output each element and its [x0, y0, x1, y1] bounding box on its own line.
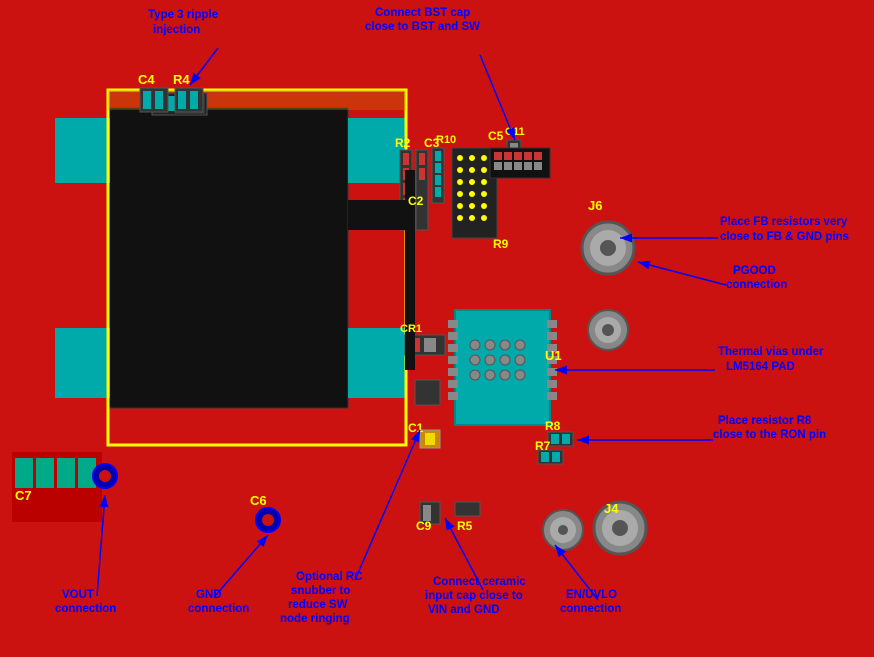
- svg-text:VOUT: VOUT: [62, 589, 94, 601]
- svg-text:C4: C4: [138, 72, 155, 87]
- svg-text:Connect ceramic: Connect ceramic: [433, 576, 526, 588]
- svg-text:EN/UVLO: EN/UVLO: [566, 589, 617, 601]
- svg-text:close to BST and SW: close to BST and SW: [365, 21, 480, 33]
- svg-text:connection: connection: [55, 603, 116, 615]
- svg-text:snubber to: snubber to: [291, 585, 350, 597]
- svg-text:R4: R4: [173, 72, 190, 87]
- svg-text:C11: C11: [505, 126, 525, 138]
- svg-text:LM5164 PAD: LM5164 PAD: [726, 361, 795, 373]
- svg-text:PGOOD: PGOOD: [733, 265, 776, 277]
- svg-text:connection: connection: [726, 279, 787, 291]
- svg-text:Thermal vias under: Thermal vias under: [718, 346, 824, 358]
- svg-text:node ringing: node ringing: [280, 613, 350, 625]
- svg-text:C9: C9: [416, 519, 432, 533]
- svg-text:input cap close to: input cap close to: [425, 590, 523, 602]
- svg-text:Place FB resistors very: Place FB resistors very: [720, 216, 848, 228]
- svg-text:Connect BST cap: Connect BST cap: [375, 7, 470, 19]
- svg-text:C6: C6: [250, 493, 267, 508]
- svg-text:connection: connection: [188, 603, 249, 615]
- svg-text:C3: C3: [424, 136, 440, 150]
- svg-text:close to the RON pin: close to the RON pin: [713, 429, 826, 441]
- svg-text:R2: R2: [395, 136, 411, 150]
- pcb-area: C4 R4 C7 C6 R2 C2 C3 R10 R9 C5 C11 J6 CR…: [0, 0, 874, 657]
- svg-text:J6: J6: [588, 198, 602, 213]
- svg-text:CR1: CR1: [400, 323, 422, 335]
- svg-text:Place resistor R8: Place resistor R8: [718, 415, 812, 427]
- svg-text:J4: J4: [604, 501, 619, 516]
- svg-text:C7: C7: [15, 488, 32, 503]
- svg-text:R8: R8: [545, 419, 561, 433]
- svg-text:C2: C2: [408, 194, 424, 208]
- svg-text:R7: R7: [535, 439, 551, 453]
- svg-text:R9: R9: [493, 237, 509, 251]
- pcb-diagram: C4 R4 C7 C6 R2 C2 C3 R10 R9 C5 C11 J6 CR…: [0, 0, 874, 657]
- svg-text:GND: GND: [196, 589, 222, 601]
- svg-text:R5: R5: [457, 519, 473, 533]
- svg-text:U1: U1: [545, 348, 562, 363]
- svg-text:connection: connection: [560, 603, 621, 615]
- svg-text:injection: injection: [153, 24, 200, 36]
- svg-text:close to FB & GND pins: close to FB & GND pins: [720, 231, 849, 243]
- main-container: C4 R4 C7 C6 R2 C2 C3 R10 R9 C5 C11 J6 CR…: [0, 0, 874, 657]
- svg-text:R10: R10: [436, 134, 456, 146]
- svg-text:Optional RC: Optional RC: [296, 571, 362, 583]
- svg-text:reduce SW: reduce SW: [288, 599, 348, 611]
- svg-text:Type 3 ripple: Type 3 ripple: [148, 9, 218, 21]
- svg-text:C1: C1: [408, 421, 424, 435]
- svg-text:C5: C5: [488, 129, 504, 143]
- svg-text:VIN and GND: VIN and GND: [428, 604, 500, 616]
